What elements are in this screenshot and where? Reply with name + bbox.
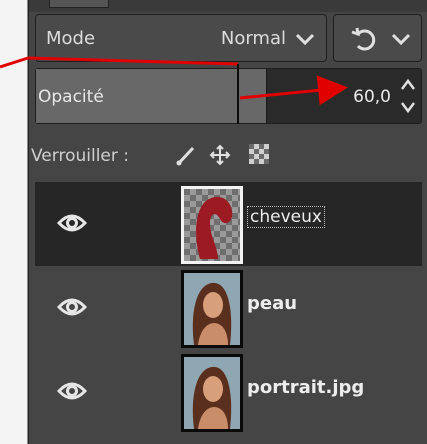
mode-row: Mode Normal <box>35 14 422 62</box>
chevron-down-icon <box>295 33 315 46</box>
hair-mask-thumbnail <box>184 189 240 261</box>
opacity-value[interactable]: 60,0 <box>353 87 391 107</box>
mode-label: Mode <box>46 27 96 49</box>
dock-tab[interactable] <box>49 0 109 8</box>
opacity-label: Opacité <box>38 87 104 107</box>
lock-label: Verrouiller : <box>31 146 129 166</box>
layer-name[interactable]: peau <box>247 293 297 314</box>
chevron-down-icon <box>391 33 411 46</box>
layers-dock: Mode Normal Opacité 60,0 Verrouiller: c… <box>0 0 427 444</box>
eye-icon[interactable] <box>57 210 87 236</box>
layer-thumbnail[interactable] <box>181 354 243 432</box>
lock-row: Verrouiller : <box>29 130 427 182</box>
layer-row-cheveux[interactable]: cheveux <box>35 182 422 266</box>
layer-thumbnail[interactable] <box>181 186 243 264</box>
eye-icon[interactable] <box>57 378 87 404</box>
brush-icon[interactable] <box>175 144 197 166</box>
composite-mode-button[interactable] <box>333 14 422 62</box>
mode-value: Normal <box>220 27 286 49</box>
layers-list: cheveux peau portrait.jpg <box>35 182 422 444</box>
checkerboard-icon[interactable] <box>249 144 269 164</box>
layer-name[interactable]: cheveux <box>247 206 325 228</box>
move-icon[interactable] <box>209 144 231 166</box>
layer-row-peau[interactable]: peau <box>35 266 422 350</box>
spin-arrows-icon[interactable] <box>399 75 417 117</box>
layer-thumbnail[interactable] <box>181 270 243 348</box>
portrait-thumbnail <box>184 273 240 345</box>
canvas-edge <box>0 0 28 444</box>
dock-tab-strip <box>29 0 427 12</box>
layer-row-portrait[interactable]: portrait.jpg <box>35 350 422 434</box>
layer-name[interactable]: portrait.jpg <box>247 377 364 398</box>
portrait-thumbnail <box>184 357 240 429</box>
opacity-slider[interactable]: Opacité 60,0 <box>35 68 422 124</box>
mode-combo[interactable]: Mode Normal <box>35 14 327 62</box>
reset-icon <box>351 27 376 51</box>
eye-icon[interactable] <box>57 294 87 320</box>
layers-panel: Mode Normal Opacité 60,0 Verrouiller: c… <box>28 0 427 444</box>
